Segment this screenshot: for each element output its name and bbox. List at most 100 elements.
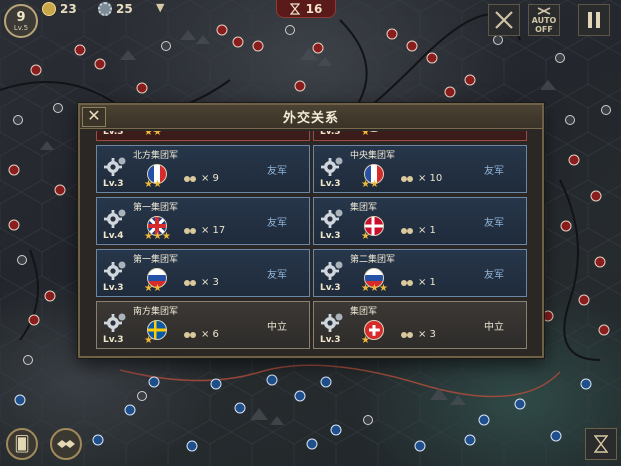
rank-star-icon: ★ <box>361 179 370 190</box>
unit-count-value: × 1 <box>418 225 436 236</box>
army-level: Lv.3 <box>320 231 341 241</box>
auto-icon <box>537 7 551 15</box>
rank-star-icon: ★ <box>361 283 370 294</box>
chevron-down-icon[interactable]: ▼ <box>156 1 164 14</box>
cards-button[interactable]: 🂠 <box>6 428 38 460</box>
units-icon <box>184 331 198 339</box>
auto-state: OFF <box>535 25 553 34</box>
rank-stars: ★ ★ <box>361 179 379 190</box>
rank-stars: ★ ★ <box>144 131 162 138</box>
units-icon <box>401 175 415 183</box>
army-level: Lv.3 <box>320 179 341 189</box>
army-name: 第二集团军 <box>350 255 396 265</box>
close-button[interactable]: ✕ <box>82 107 106 127</box>
player-level-number: 9 <box>16 9 26 25</box>
rank-stars: ★ <box>361 131 370 138</box>
army-name: 集团军 <box>350 203 378 213</box>
unit-count-value: × 17 <box>201 225 226 236</box>
units-icon <box>401 279 415 287</box>
relation-status: 友军 <box>484 270 504 281</box>
rank-stars: ★ ★ ★ <box>361 283 388 294</box>
army-gear-icon <box>103 312 127 334</box>
army-level: Lv.3 <box>103 131 124 137</box>
rank-star-icon: ★ <box>152 283 162 294</box>
army-level: Lv.3 <box>320 283 341 293</box>
army-level: Lv.3 <box>103 283 124 293</box>
rank-star-icon: ★ <box>144 131 153 138</box>
gold-value: 23 <box>60 2 77 16</box>
units-icon <box>401 227 415 235</box>
rank-star-icon: ★ <box>152 179 162 190</box>
rank-star-icon: ★ <box>361 231 370 242</box>
army-level: Lv.3 <box>103 335 124 345</box>
unit-count-value: × 9 <box>201 173 219 184</box>
rank-star-icon: ★ <box>152 131 162 138</box>
army-gear-icon <box>320 156 344 178</box>
unit-count-value: × 3 <box>201 277 219 288</box>
army-card[interactable]: 中央集团军 ★ ★ × 10 Lv.3 友军 <box>313 145 527 193</box>
rank-star-icon: ★ <box>369 283 379 294</box>
army-card[interactable]: 南方集团军 ★ × 6 Lv.3 中立 <box>96 301 310 349</box>
gold-counter: 23 <box>42 1 77 17</box>
unit-count: × 1 <box>401 225 436 236</box>
unit-count-value: × 9 <box>418 131 436 132</box>
army-card[interactable]: ★★ × 16 Lv.3 <box>96 131 310 141</box>
end-turn-button[interactable] <box>585 428 617 460</box>
army-name: 南方集团军 <box>133 307 179 317</box>
unit-count-value: × 1 <box>418 277 436 288</box>
rank-star-icon: ★ <box>144 231 153 242</box>
relation-status: 中立 <box>484 322 504 333</box>
swords-button[interactable] <box>488 4 520 36</box>
army-level: Lv.3 <box>320 131 341 137</box>
auto-toggle-button[interactable]: AUTO OFF <box>528 4 560 36</box>
rank-stars: ★ <box>361 336 370 346</box>
army-gear-icon <box>103 260 127 282</box>
diplomacy-dialog: ✕ 外交关系 ★★× 16Lv.3★× 9Lv.3北方集团军★★× 9Lv.3友… <box>78 103 544 358</box>
army-card[interactable]: 第一集团军 ★ ★ ★ × 17 Lv.4 友军 <box>96 197 310 245</box>
rank-stars: ★ ★ ★ <box>144 231 171 242</box>
rank-star-icon: ★ <box>361 131 370 138</box>
relations-list[interactable]: ★★× 16Lv.3★× 9Lv.3北方集团军★★× 9Lv.3友军中央集团军★… <box>88 131 540 356</box>
unit-count: × 17 <box>184 225 225 236</box>
auto-label: AUTO <box>531 16 557 25</box>
turn-number: 16 <box>305 1 323 16</box>
diplomacy-button[interactable] <box>50 428 82 460</box>
player-level-badge[interactable]: 9 Lv.5 <box>4 4 38 38</box>
army-name: 集团军 <box>350 307 378 317</box>
turn-counter: 16 <box>276 0 336 18</box>
army-card[interactable]: 集团军 ★ × 3 Lv.3 中立 <box>313 301 527 349</box>
rank-stars: ★ ★ <box>144 283 162 294</box>
hourglass-icon <box>594 435 608 453</box>
rank-star-icon: ★ <box>144 335 153 346</box>
rank-star-icon: ★ <box>144 283 153 294</box>
rank-star-icon: ★ <box>144 179 153 190</box>
rank-stars: ★ <box>144 335 153 346</box>
units-icon <box>184 175 198 183</box>
army-level: Lv.3 <box>320 335 341 345</box>
rank-star-icon: ★ <box>161 231 171 242</box>
pause-button[interactable] <box>578 4 610 36</box>
industry-value: 25 <box>116 2 133 16</box>
unit-count: × 3 <box>184 277 219 288</box>
rank-star-icon: ★ <box>378 283 388 294</box>
army-level: Lv.3 <box>103 179 124 189</box>
army-card[interactable]: 北方集团军 ★ ★ × 9 Lv.3 友军 <box>96 145 310 193</box>
army-card[interactable]: 第二集团军 ★ ★ ★ × 1 Lv.3 友军 <box>313 249 527 297</box>
unit-count: × 16 <box>184 131 225 132</box>
army-card[interactable]: ★ × 9 Lv.3 <box>313 131 527 141</box>
relation-status: 友军 <box>484 218 504 229</box>
unit-count-value: × 6 <box>201 329 219 340</box>
army-card[interactable]: 第一集团军 ★ ★ × 3 Lv.3 友军 <box>96 249 310 297</box>
crossed-swords-icon <box>495 11 513 29</box>
army-name: 第一集团军 <box>133 203 179 213</box>
army-name: 第一集团军 <box>133 255 179 265</box>
hourglass-icon <box>289 2 300 15</box>
army-card[interactable]: 集团军 ★ × 1 Lv.3 友军 <box>313 197 527 245</box>
relation-status: 友军 <box>267 270 287 281</box>
relation-status: 中立 <box>267 322 287 333</box>
units-icon <box>401 331 415 339</box>
army-level: Lv.4 <box>103 231 124 241</box>
unit-count-value: × 3 <box>418 329 436 340</box>
dialog-header: ✕ 外交关系 <box>80 105 542 129</box>
army-name: 北方集团军 <box>133 151 179 161</box>
